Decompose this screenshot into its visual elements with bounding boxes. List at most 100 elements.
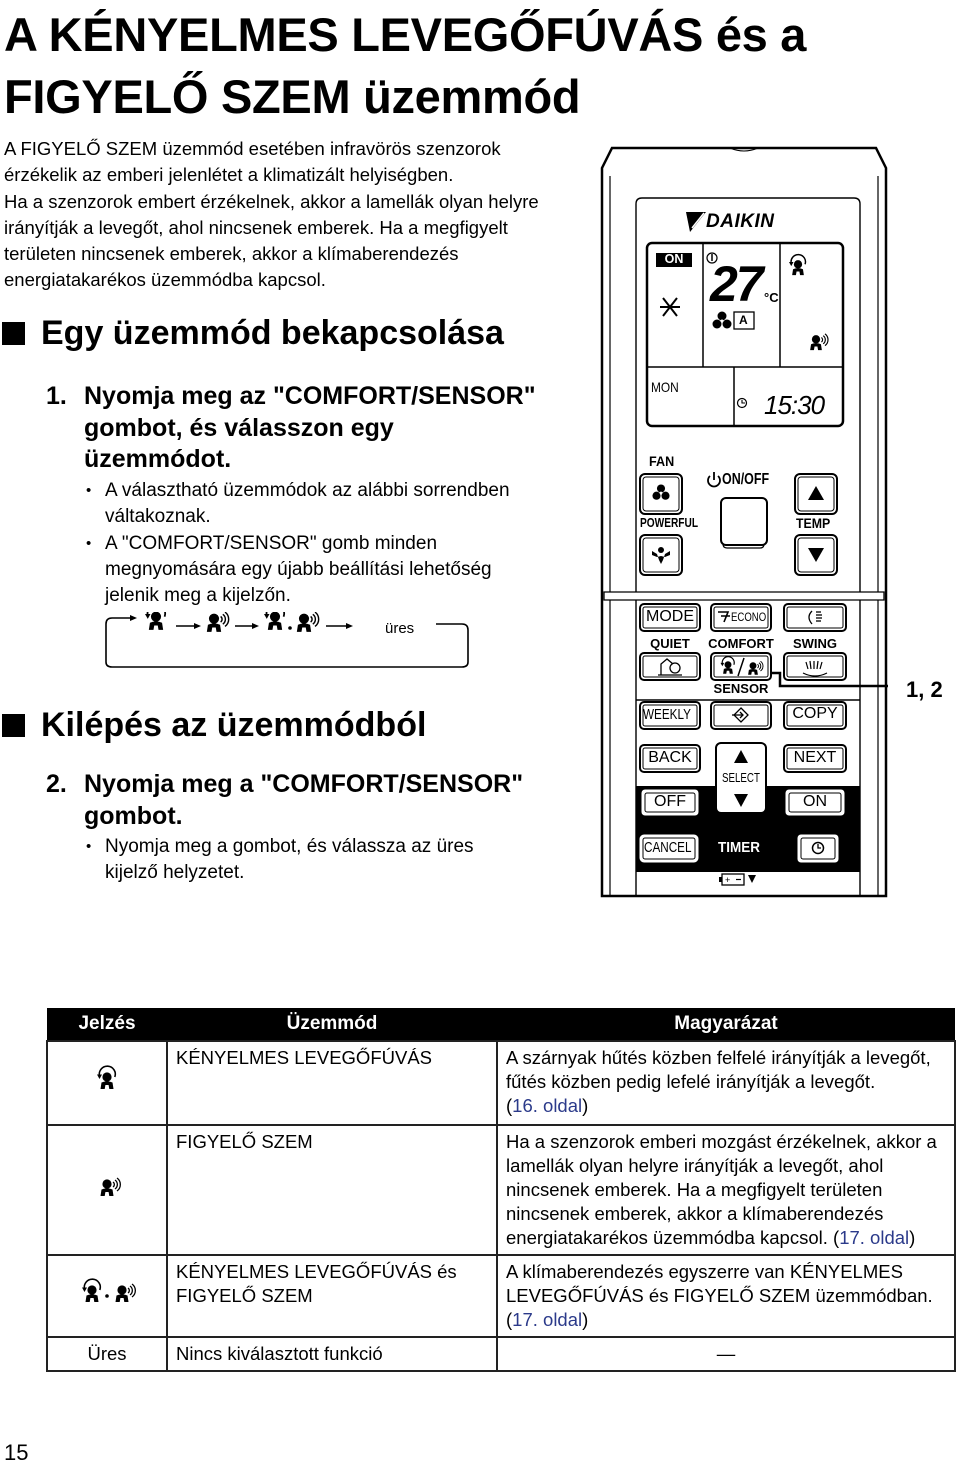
symbol-cell [46, 1040, 168, 1126]
table-header-row: Jelzés Üzemmód Magyarázat [47, 1008, 955, 1041]
step-1: 1. Nyomja meg az "COMFORT/SENSOR" gombot… [46, 381, 586, 476]
timer-off-button[interactable]: OFF [642, 793, 698, 811]
page-ref-link[interactable]: 17. oldal [512, 1309, 582, 1330]
header-symbol: Jelzés [47, 1008, 167, 1041]
explanation-cell: Ha a szenzorok emberi mozgást érzékelnek… [496, 1124, 956, 1256]
step-number: 2. [46, 770, 67, 798]
page-ref-link[interactable]: 17. oldal [839, 1227, 909, 1248]
mode-cell: Nincs kiválasztott funkció [166, 1336, 498, 1372]
symbol-cell [46, 1124, 168, 1256]
timer-cancel-button[interactable]: CANCEL [644, 839, 691, 856]
quiet-button[interactable] [640, 653, 700, 680]
bullet-line: kijelző helyzetet. [105, 862, 245, 884]
page-title: A KÉNYELMES LEVEGŐFÚVÁS és a FIGYELŐ SZE… [4, 4, 806, 128]
explanation-text: A klímaberendezés egyszerre van KÉNYELME… [506, 1261, 933, 1306]
mode-button[interactable]: MODE [640, 608, 700, 626]
lcd-temperature: 27 [710, 256, 764, 312]
cycle-return-line [105, 617, 134, 650]
section-heading-text: Egy üzemmód bekapcsolása [41, 314, 504, 352]
explanation-text: A szárnyak hűtés közben felfelé irányítj… [506, 1047, 931, 1092]
header-mode: Üzemmód [167, 1008, 497, 1041]
intro-paragraph: A FIGYELŐ SZEM üzemmód esetében infravör… [4, 136, 564, 294]
step-line: gombot, és válasszon egy [84, 413, 394, 442]
explanation-cell: A klímaberendezés egyszerre van KÉNYELME… [496, 1254, 956, 1338]
bullet-line: A választható üzemmódok az alábbi sorren… [105, 480, 510, 501]
fan-label: FAN [649, 453, 675, 469]
temp-up-button[interactable] [795, 474, 837, 514]
bullet-item: A "COMFORT/SENSOR" gomb minden megnyomás… [84, 531, 584, 610]
intro-line: A FIGYELŐ SZEM üzemmód esetében infravör… [4, 138, 501, 159]
lcd-time: 15:30 [764, 390, 825, 420]
section-heading-activate: Egy üzemmód bekapcsolása [0, 314, 504, 353]
powerful-button[interactable] [640, 535, 682, 575]
comfort-airflow-icon [87, 1065, 127, 1095]
on-off-button[interactable] [721, 498, 767, 545]
bullet-line: megnyomására egy újabb beállítási lehető… [105, 558, 492, 580]
step-line: Nyomja meg az "COMFORT/SENSOR" [84, 382, 536, 410]
table-row: KÉNYELMES LEVEGŐFÚVÁS és FIGYELŐ SZEM A … [46, 1254, 956, 1338]
swing-vertical-button[interactable] [784, 604, 846, 631]
bullet-line: Nyomja meg a gombot, és válassza az üres [105, 836, 474, 857]
ref-paren: ) [582, 1095, 589, 1116]
step-number: 1. [46, 382, 67, 410]
explanation-cell: A szárnyak hűtés közben felfelé irányítj… [496, 1040, 956, 1126]
quiet-label: QUIET [650, 636, 690, 651]
step-line: gombot. [84, 801, 183, 830]
back-button[interactable]: BACK [640, 749, 700, 767]
table-row: FIGYELŐ SZEM Ha a szenzorok emberi mozgá… [46, 1124, 956, 1256]
step-1-bullets: A választható üzemmódok az alábbi sorren… [84, 478, 584, 609]
callout-label: 1, 2 [906, 677, 943, 702]
svg-text:+: + [725, 875, 730, 885]
page-ref-link[interactable]: 16. oldal [512, 1095, 582, 1116]
intro-line: energiatakarékos üzemmódba kapcsol. [4, 269, 326, 291]
intro-line: Ha a szenzorok embert érzékelnek, akkor … [4, 190, 539, 212]
bullet-line: A "COMFORT/SENSOR" gomb minden [105, 532, 438, 554]
intelligent-eye-icon [207, 612, 229, 632]
symbol-cell [46, 1254, 168, 1338]
next-button[interactable]: NEXT [784, 749, 846, 767]
swing-horizontal-button[interactable] [784, 653, 846, 680]
ref-paren: ) [582, 1309, 589, 1330]
bullet-line: váltakoznak. [105, 506, 211, 528]
temp-down-button[interactable] [795, 535, 837, 575]
timer-clock-button[interactable] [798, 835, 838, 862]
fan-button[interactable] [640, 474, 682, 514]
program-button[interactable] [711, 702, 771, 729]
page-title-line2: FIGYELŐ SZEM üzemmód [4, 70, 581, 123]
lcd-fan-mode: A [739, 313, 748, 327]
comfort-label: COMFORT [708, 636, 774, 651]
ref-paren: ) [909, 1227, 916, 1248]
temp-label: TEMP [796, 515, 831, 531]
mode-cell: KÉNYELMES LEVEGŐFÚVÁS [166, 1040, 498, 1126]
brand-logo: DAIKIN [706, 211, 775, 232]
mode-cycle-diagram: üres [104, 612, 469, 668]
cycle-blank-label: üres [385, 620, 415, 637]
step-line: üzemmódot. [84, 445, 232, 473]
on-off-label: ON/OFF [722, 471, 770, 488]
mode-cell: FIGYELŐ SZEM [166, 1124, 498, 1256]
lcd-on-badge: ON [664, 252, 684, 266]
timer-on-button[interactable]: ON [786, 793, 844, 811]
step-2-bullets: Nyomja meg a gombot, és válassza az üres… [84, 834, 584, 887]
powerful-label: POWERFUL [640, 515, 699, 530]
header-explanation: Magyarázat [497, 1008, 955, 1041]
econo-button[interactable]: ECONO [731, 610, 766, 624]
mode-table: Jelzés Üzemmód Magyarázat KÉNYELMES LEVE… [46, 1008, 956, 1372]
lcd-day: MON [651, 379, 679, 395]
symbol-cell: Üres [46, 1336, 168, 1372]
step-line: Nyomja meg a "COMFORT/SENSOR" [84, 770, 524, 798]
intelligent-eye-icon [87, 1172, 127, 1202]
heading-square-bullet [2, 322, 25, 345]
section-heading-text: Kilépés az üzemmódból [41, 706, 427, 744]
intro-line: irányítják a levegőt, ahol nincsenek emb… [4, 216, 508, 238]
comfort-sensor-button[interactable] [711, 653, 771, 680]
section-heading-exit: Kilépés az üzemmódból [0, 706, 426, 745]
weekly-button[interactable]: WEEKLY [643, 706, 691, 723]
comfort-and-eye-icon [72, 1278, 142, 1308]
intro-line: területen nincsenek emberek, akkor a klí… [4, 243, 459, 265]
remote-control-illustration: + DAIKIN ON 27 °C A MON 15:30 FAN ON/OFF… [600, 146, 888, 898]
select-button[interactable]: SELECT [722, 770, 760, 785]
copy-button[interactable]: COPY [784, 705, 846, 723]
bullet-line: jelenik meg a kijelzőn. [105, 585, 291, 607]
comfort-airflow-icon [145, 612, 165, 630]
